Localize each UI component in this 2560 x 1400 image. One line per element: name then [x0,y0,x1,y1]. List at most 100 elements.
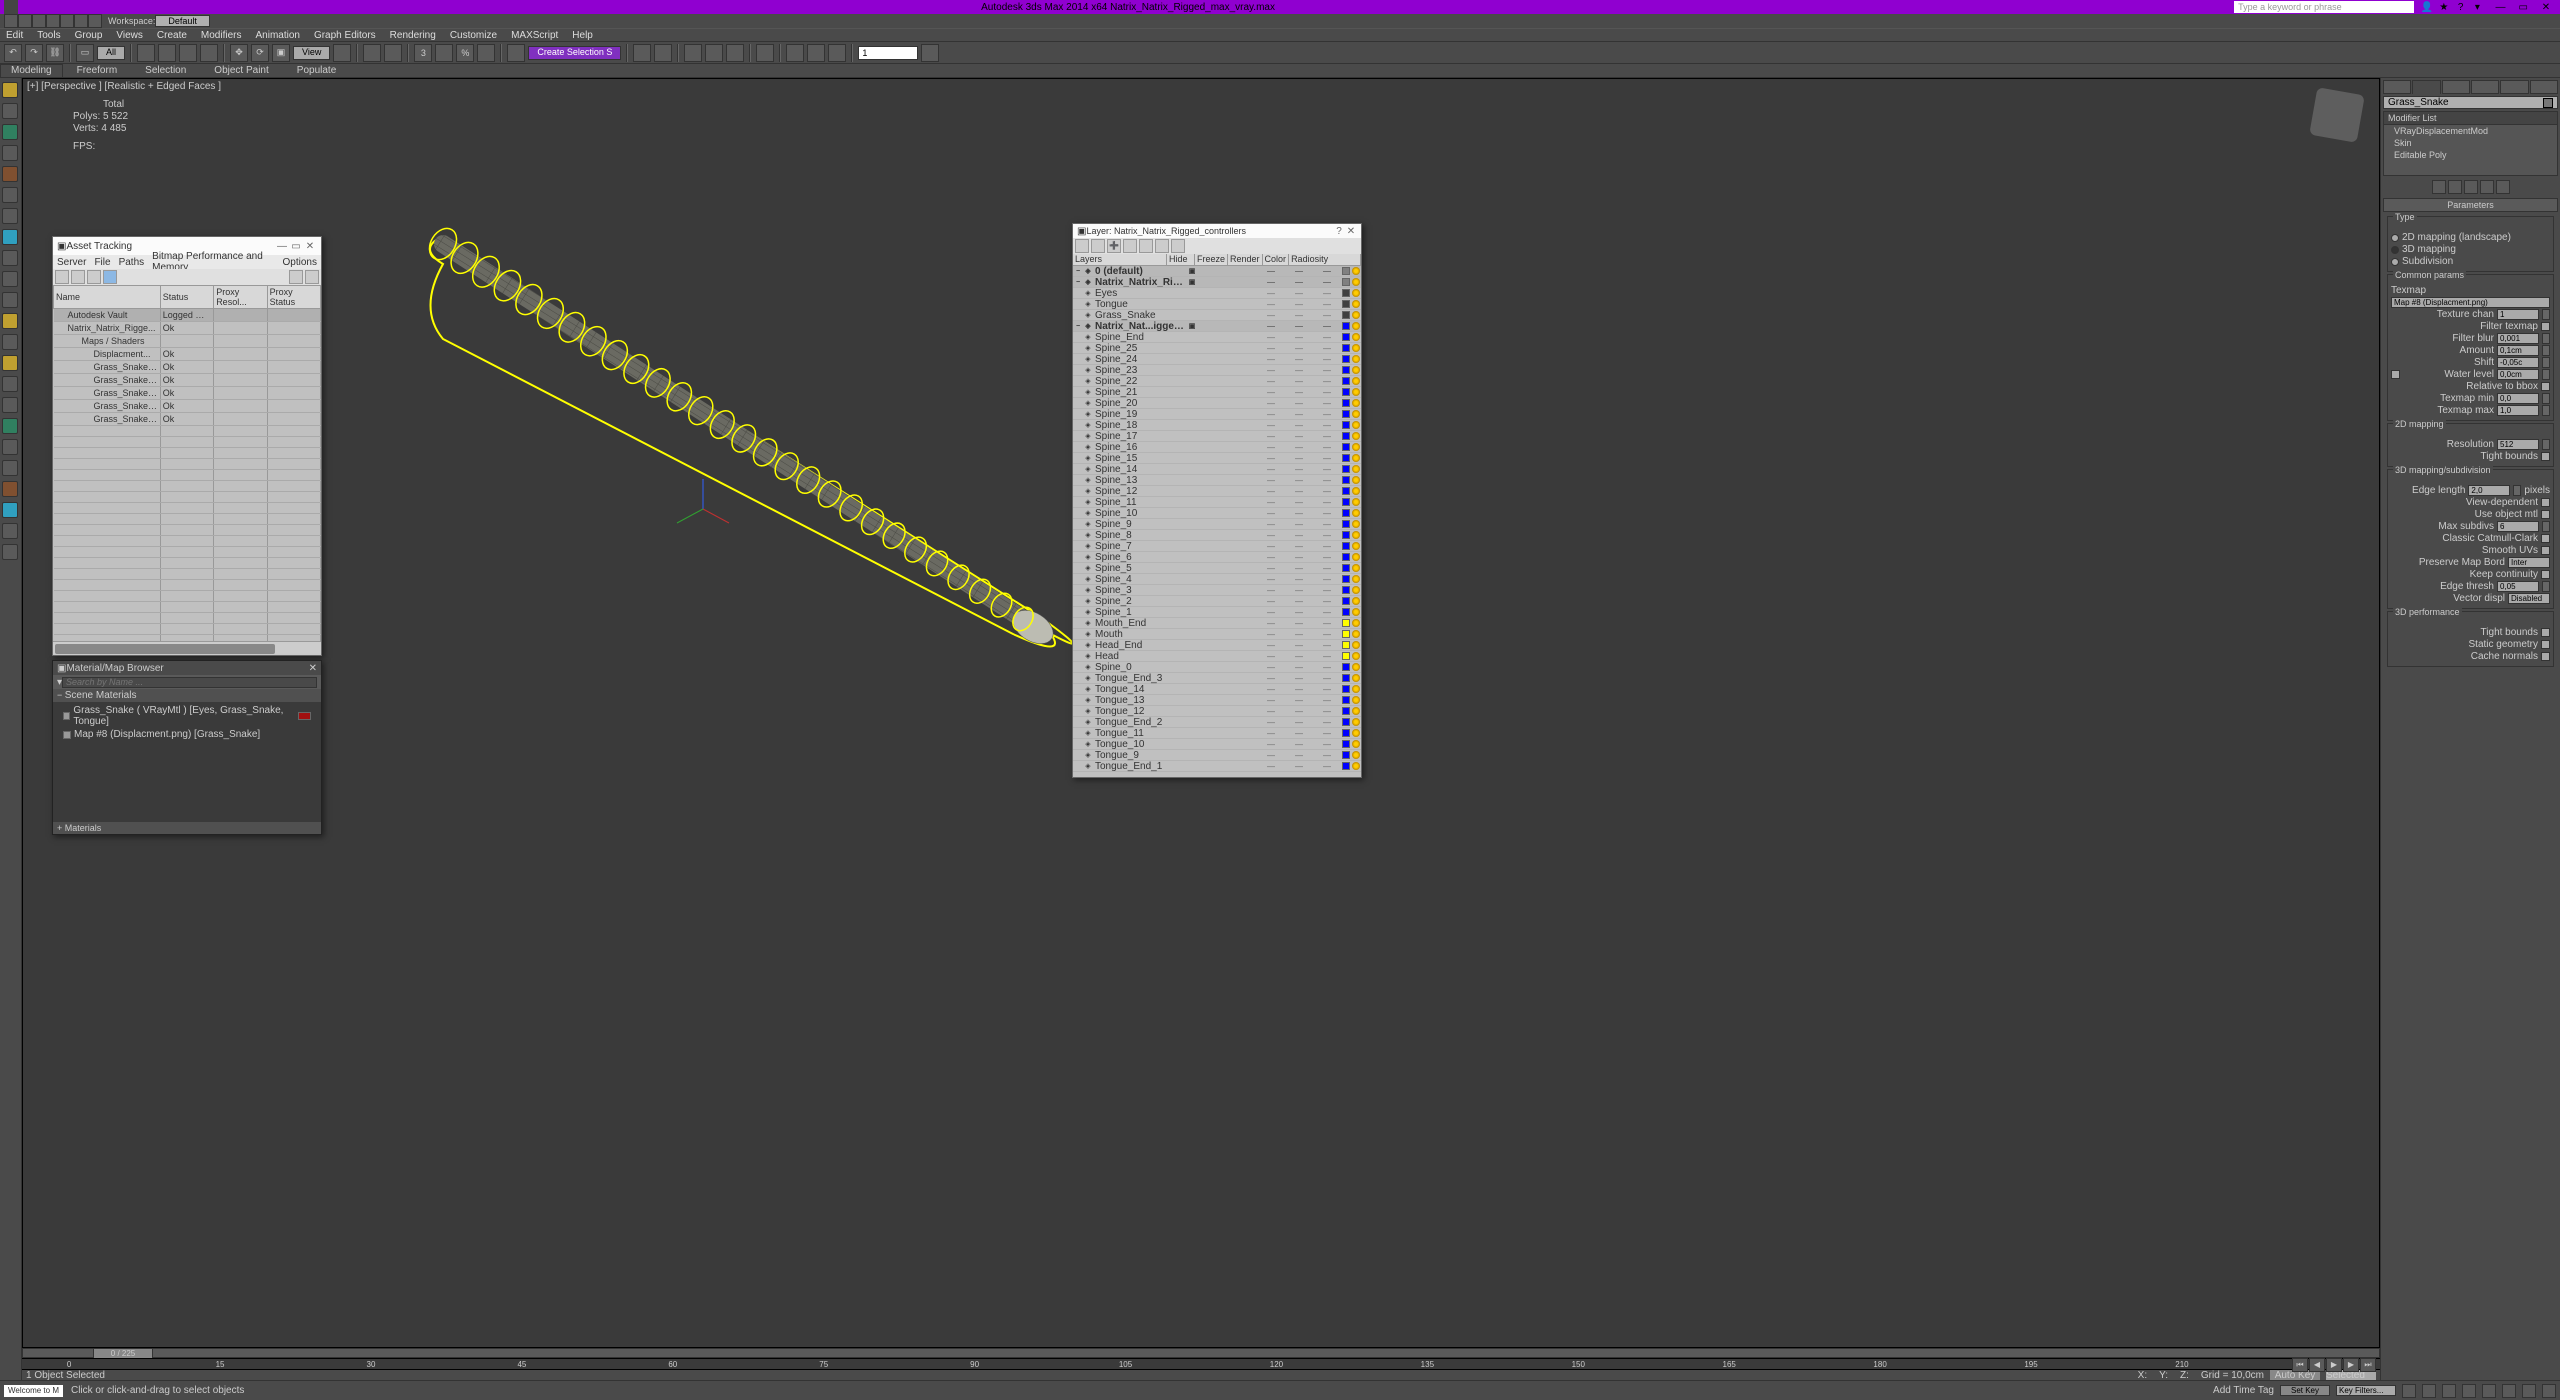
type-radio-3d[interactable] [2391,246,2399,254]
goto-end-button[interactable]: ⏭ [2360,1358,2376,1372]
more-icon[interactable]: ▾ [2470,2,2484,13]
modifier-stack-list[interactable]: VRayDisplacementMod Skin Editable Poly [2384,125,2557,175]
left-tool-icon[interactable] [2,229,18,245]
res-input[interactable]: 512 [2497,439,2539,450]
snaps-button[interactable]: 3 [414,44,432,62]
time-slider[interactable]: 0 / 225 [22,1348,2380,1358]
asset-row[interactable]: Displacment...Ok [54,348,321,361]
layer-row[interactable]: ◈Spine_2——— [1073,596,1361,607]
layers-button[interactable] [684,44,702,62]
ribbon-group-freeform[interactable]: Freeform [63,65,132,76]
texmin-input[interactable]: 0,0 [2497,393,2539,404]
menu-tools[interactable]: Tools [37,30,60,41]
schematic-button[interactable] [726,44,744,62]
scale-button[interactable]: ▣ [272,44,290,62]
nav-button[interactable] [2442,1384,2456,1398]
left-tool-icon[interactable] [2,313,18,329]
anglesnap-button[interactable] [435,44,453,62]
left-tool-icon[interactable] [2,250,18,266]
layer-row[interactable]: ◈Spine_22——— [1073,376,1361,387]
type-radio-subd[interactable] [2391,258,2399,266]
left-tool-icon[interactable] [2,103,18,119]
nav-button[interactable] [2422,1384,2436,1398]
align-button[interactable] [654,44,672,62]
qat-button[interactable] [32,14,46,28]
material-browser-window[interactable]: ▣ Material/Map Browser ✕ ▾ − Scene Mater… [52,660,322,835]
layer-row[interactable]: ◈Spine_7——— [1073,541,1361,552]
layer-row[interactable]: ◈Tongue_13——— [1073,695,1361,706]
keyfilters-button[interactable]: Key Filters... [2336,1385,2396,1396]
spinner-icon[interactable] [2542,357,2550,368]
modifier-item[interactable]: Editable Poly [2384,149,2557,161]
help-icon[interactable]: ? [2454,2,2468,13]
qat-button[interactable] [60,14,74,28]
layer-row[interactable]: ◈Spine_23——— [1073,365,1361,376]
layer-row[interactable]: ◈Spine_3——— [1073,585,1361,596]
cmdtab-create-icon[interactable] [2383,80,2411,94]
next-frame-button[interactable]: ▶ [2343,1358,2359,1372]
named-selection-set[interactable]: Create Selection S [528,46,621,60]
layer-row[interactable]: ◈Spine_16——— [1073,442,1361,453]
layer-row[interactable]: ◈Spine_18——— [1073,420,1361,431]
layer-row[interactable]: ◈Tongue_End_2——— [1073,717,1361,728]
spinner-icon[interactable] [2542,405,2550,416]
layer-row[interactable]: ◈Spine_13——— [1073,475,1361,486]
material-item[interactable]: Map #8 (Displacment.png) [Grass_Snake] [55,728,319,741]
left-tool-icon[interactable] [2,481,18,497]
layer-row[interactable]: ◈Tongue_11——— [1073,728,1361,739]
qat-button[interactable] [18,14,32,28]
matwin-search-input[interactable] [62,677,317,688]
redo-button[interactable]: ↷ [25,44,43,62]
vecdisp-select[interactable]: Disabled [2508,593,2550,604]
undo-button[interactable]: ↶ [4,44,22,62]
spinner-icon[interactable] [2542,521,2550,532]
keepcont-checkbox[interactable] [2541,570,2550,579]
maxsub-input[interactable]: 6 [2497,521,2539,532]
restore-button[interactable]: ▭ [2513,2,2533,13]
asset-row[interactable]: Grass_Snake_...Ok [54,387,321,400]
left-tool-icon[interactable] [2,124,18,140]
addtimetag-button[interactable]: Add Time Tag [2213,1385,2274,1396]
layer-row[interactable]: ◈Tongue_End_3——— [1073,673,1361,684]
layer-row[interactable]: ◈Spine_25——— [1073,343,1361,354]
layers-window[interactable]: ▣ Layer: Natrix_Natrix_Rigged_controller… [1072,223,1362,778]
assetwin-hscroll[interactable] [53,641,321,655]
matwin-scene-header[interactable]: − Scene Materials [53,689,321,702]
select-button[interactable]: ▭ [76,44,94,62]
layerwin-close[interactable]: ✕ [1345,226,1357,237]
left-tool-icon[interactable] [2,187,18,203]
menu-modifiers[interactable]: Modifiers [201,30,242,41]
ribbon-group-selection[interactable]: Selection [131,65,200,76]
spinsnap-button[interactable] [477,44,495,62]
spinner-icon[interactable] [2542,333,2550,344]
layer-row[interactable]: ◈Grass_Snake——— [1073,310,1361,321]
spinner-icon[interactable] [2542,581,2550,592]
setkey-button[interactable]: Set Key [2280,1385,2330,1396]
layer-row[interactable]: ◈Spine_End——— [1073,332,1361,343]
texmap-button[interactable]: Map #8 (Displacment.png) [2391,297,2550,308]
object-color-swatch[interactable] [2543,98,2553,108]
menu-maxscript[interactable]: MAXScript [511,30,558,41]
layer-row[interactable]: −◈Natrix_Natrix_Rigge...▣——— [1073,277,1361,288]
cmdtab-modify-icon[interactable] [2412,80,2440,94]
nav-button[interactable] [2402,1384,2416,1398]
menu-animation[interactable]: Animation [255,30,299,41]
asset-row[interactable]: Grass_Snake_...Ok [54,361,321,374]
layerwin-hide-button[interactable] [1155,239,1169,253]
left-tool-icon[interactable] [2,82,18,98]
menu-grapheditors[interactable]: Graph Editors [314,30,376,41]
assetwin-col-name[interactable]: Name [54,286,161,309]
edgethr-input[interactable]: 0,05 [2497,581,2539,592]
layer-row[interactable]: ◈Spine_10——— [1073,508,1361,519]
viewdep-checkbox[interactable] [2541,498,2550,507]
left-tool-icon[interactable] [2,418,18,434]
curveeditor-button[interactable] [705,44,723,62]
layerwin-col-render[interactable]: Render [1228,254,1263,265]
assetwin-menu-file[interactable]: File [94,257,110,268]
assetwin-maximize[interactable]: ▭ [289,241,303,252]
layerwin-list[interactable]: −◈0 (default)▣———−◈Natrix_Natrix_Rigge..… [1073,266,1361,777]
texmax-input[interactable]: 1,0 [2497,405,2539,416]
asset-row[interactable]: Maps / Shaders [54,335,321,348]
spinner-icon[interactable] [2542,393,2550,404]
assetwin-menu-options[interactable]: Options [283,257,317,268]
